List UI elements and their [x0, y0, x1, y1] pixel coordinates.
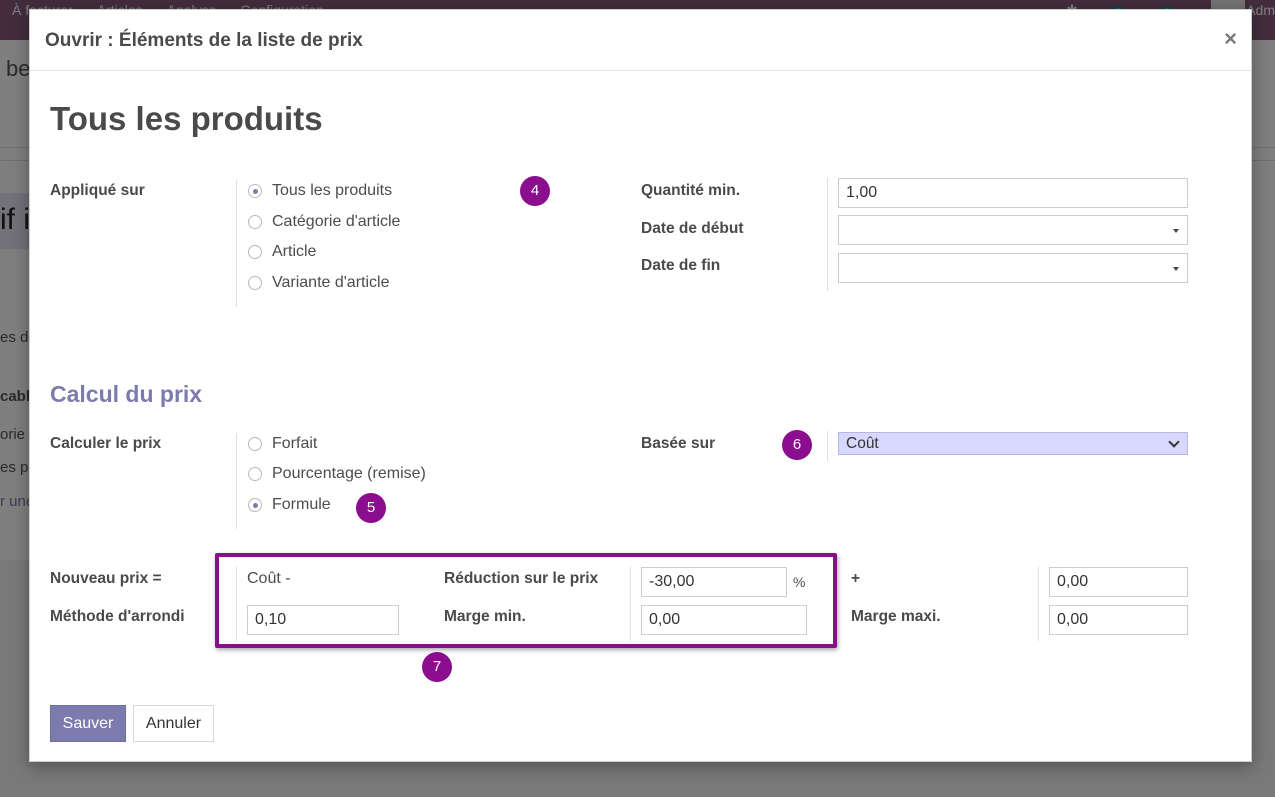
surcharge-label: +	[851, 570, 861, 587]
annotation-highlight-box	[215, 553, 837, 648]
annotation-badge-4: 4	[520, 176, 550, 206]
min-quantity-label: Quantité min.	[641, 182, 741, 199]
radio-product-variant[interactable]: Variante d'article	[248, 274, 389, 292]
radio-button[interactable]	[248, 437, 262, 451]
section-title-price-computation: Calcul du prix	[50, 381, 203, 407]
modal-header: Ouvrir : Éléments de la liste de prix ×	[30, 10, 1251, 71]
radio-all-products[interactable]: Tous les produits	[248, 182, 392, 200]
applied-on-label: Appliqué sur	[50, 182, 145, 199]
based-on-select[interactable]: Coût	[838, 432, 1188, 455]
radio-button[interactable]	[248, 276, 262, 290]
radio-button[interactable]	[248, 184, 262, 198]
radio-label: Tous les produits	[272, 182, 393, 199]
end-date-label: Date de fin	[641, 257, 721, 274]
radio-label: Forfait	[272, 435, 318, 452]
annotation-badge-5: 5	[356, 493, 386, 523]
radio-label: Catégorie d'article	[272, 213, 401, 230]
radio-label: Formule	[272, 496, 331, 513]
caret-down-icon[interactable]	[1173, 267, 1179, 271]
based-on-value: Coût	[846, 435, 879, 452]
start-date-label: Date de début	[641, 220, 744, 237]
divider	[236, 180, 237, 307]
rounding-label: Méthode d'arrondi	[50, 608, 185, 625]
radio-formula[interactable]: Formule	[248, 496, 331, 514]
radio-percentage[interactable]: Pourcentage (remise)	[248, 465, 426, 483]
radio-label: Variante d'article	[272, 274, 390, 291]
surcharge-input[interactable]: 0,00	[1049, 567, 1188, 597]
annotation-badge-6: 6	[782, 430, 812, 460]
modal-title: Ouvrir : Éléments de la liste de prix	[45, 30, 363, 51]
divider	[827, 431, 828, 461]
caret-down-icon[interactable]	[1173, 229, 1179, 233]
end-date-input[interactable]	[838, 253, 1188, 283]
compute-price-label: Calculer le prix	[50, 435, 162, 452]
divider	[236, 433, 237, 529]
save-button[interactable]: Sauver	[50, 705, 126, 742]
page-title: Tous les produits	[50, 100, 323, 137]
divider	[827, 178, 828, 291]
radio-button[interactable]	[248, 245, 262, 259]
max-margin-input[interactable]: 0,00	[1049, 605, 1188, 635]
radio-button[interactable]	[248, 498, 262, 512]
new-price-label: Nouveau prix =	[50, 570, 162, 587]
annotation-badge-7: 7	[422, 652, 452, 682]
start-date-input[interactable]	[838, 215, 1188, 245]
max-margin-label: Marge maxi.	[851, 608, 941, 625]
radio-button[interactable]	[248, 215, 262, 229]
radio-label: Pourcentage (remise)	[272, 465, 426, 482]
close-icon[interactable]: ×	[1224, 26, 1237, 52]
radio-product[interactable]: Article	[248, 243, 316, 261]
radio-label: Article	[272, 243, 317, 260]
divider	[1038, 566, 1039, 641]
min-quantity-input[interactable]: 1,00	[838, 178, 1188, 208]
cancel-button[interactable]: Annuler	[133, 705, 214, 742]
chevron-down-icon	[1168, 436, 1180, 448]
based-on-label: Basée sur	[641, 435, 716, 452]
radio-product-category[interactable]: Catégorie d'article	[248, 213, 400, 231]
pricelist-item-dialog: Ouvrir : Éléments de la liste de prix × …	[29, 9, 1252, 762]
radio-fixed-price[interactable]: Forfait	[248, 435, 317, 453]
radio-button[interactable]	[248, 467, 262, 481]
